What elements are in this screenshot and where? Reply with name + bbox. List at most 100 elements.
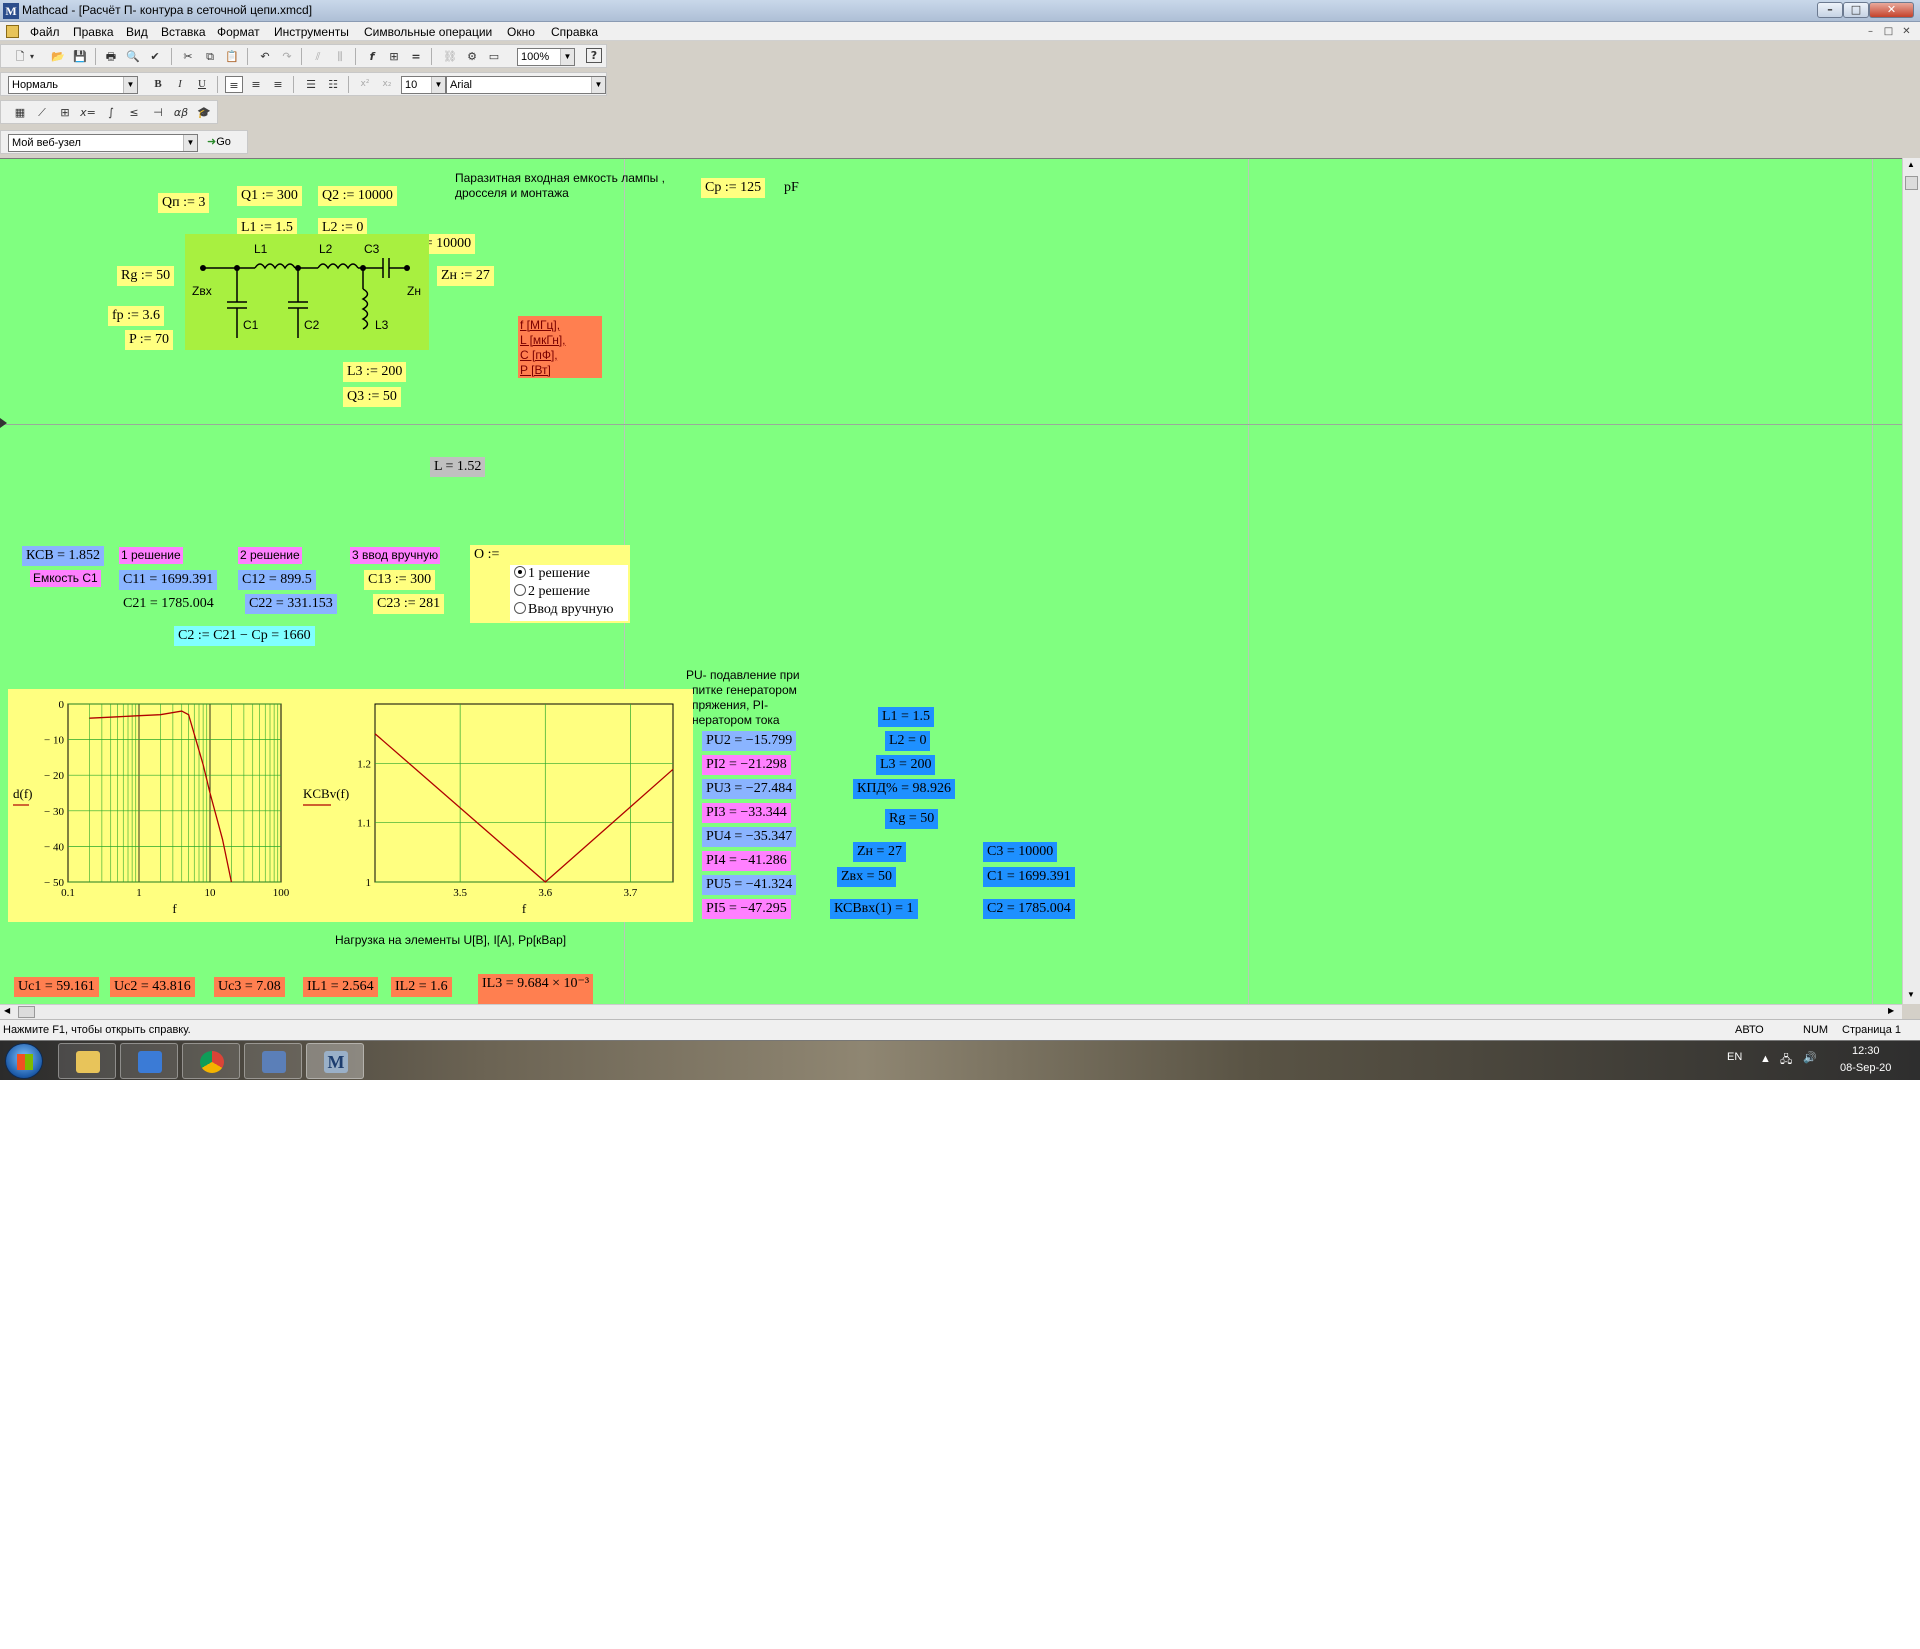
undo-icon[interactable]: ↶ <box>256 48 274 65</box>
scroll-left-icon[interactable]: ◀ <box>4 1006 10 1015</box>
taskbar-mathcad[interactable]: M <box>306 1043 364 1079</box>
pi4-result[interactable]: PI4 = −41.286 <box>702 851 791 871</box>
scroll-down-icon[interactable]: ▼ <box>1907 990 1915 999</box>
italic-button[interactable]: I <box>171 76 189 93</box>
c22-result[interactable]: C22 = 331.153 <box>245 594 337 614</box>
numbering-icon[interactable]: ☷ <box>324 76 342 93</box>
vertical-scroll-thumb[interactable] <box>1905 176 1918 190</box>
underline-button[interactable]: U <box>193 76 211 93</box>
print-icon[interactable]: 🖶 <box>102 48 120 65</box>
calculator-icon[interactable]: ▦ <box>11 104 29 121</box>
scroll-right-icon[interactable]: ▶ <box>1888 1006 1894 1015</box>
radio-manual[interactable]: Ввод вручную <box>514 602 614 618</box>
menu-tools[interactable]: Инструменты <box>274 25 349 39</box>
volume-icon[interactable]: 🔊 <box>1803 1051 1817 1064</box>
uc1-result[interactable]: Uc1 = 59.161 <box>14 977 99 997</box>
align-down-icon[interactable]: ⫼ <box>331 48 349 65</box>
summary-l1[interactable]: L1 = 1.5 <box>878 707 934 727</box>
bold-button[interactable]: B <box>149 76 167 93</box>
pu2-result[interactable]: PU2 = −15.799 <box>702 731 797 751</box>
spell-check-icon[interactable]: ✔ <box>146 48 164 65</box>
superscript-button[interactable]: x² <box>356 76 374 93</box>
plots-region[interactable]: 0− 10− 20− 30− 40− 50 0.1 1 10 100 d(f) f 1.2 1.… <box>8 689 693 922</box>
calculus-icon[interactable]: ∫ <box>102 104 120 121</box>
document-icon[interactable] <box>6 25 19 38</box>
c13-definition[interactable]: C13 := 300 <box>364 570 436 590</box>
save-icon[interactable]: 💾 <box>71 48 89 65</box>
scroll-up-icon[interactable]: ▲ <box>1907 160 1915 169</box>
summary-rg[interactable]: Rg = 50 <box>885 809 939 829</box>
programming-icon[interactable]: ⊣ <box>149 104 167 121</box>
summary-c1[interactable]: C1 = 1699.391 <box>983 867 1075 887</box>
go-button[interactable]: ➜Go <box>207 134 231 151</box>
insert-hyperlink-icon[interactable]: ⛓ <box>441 48 459 65</box>
menu-file[interactable]: Файл <box>30 25 60 39</box>
summary-zvx[interactable]: Zвх = 50 <box>837 867 897 887</box>
rg-definition[interactable]: Rg := 50 <box>117 266 175 286</box>
clock-time[interactable]: 12:30 <box>1852 1045 1880 1057</box>
open-icon[interactable]: 📂 <box>49 48 67 65</box>
align-right-icon[interactable]: ≡ <box>269 76 287 93</box>
insert-function-icon[interactable]: f <box>363 48 381 65</box>
taskbar-app-2[interactable] <box>120 1043 178 1079</box>
pu4-result[interactable]: PU4 = −35.347 <box>702 827 797 847</box>
subscript-button[interactable]: x₂ <box>378 76 396 93</box>
pi5-result[interactable]: PI5 = −47.295 <box>702 899 791 919</box>
c2-definition[interactable]: C2 := C21 − Cp = 1660 <box>174 626 315 646</box>
new-dropdown-icon[interactable]: ▾ <box>27 48 37 65</box>
summary-c2[interactable]: C2 = 1785.004 <box>983 899 1075 919</box>
pu3-result[interactable]: PU3 = −27.484 <box>702 779 797 799</box>
qn-definition[interactable]: Qп := 3 <box>158 193 210 213</box>
menu-symbolics[interactable]: Символьные операции <box>364 25 492 39</box>
doc-minimize-button[interactable]: – <box>1862 25 1879 38</box>
help-icon[interactable]: ? <box>586 48 602 63</box>
print-preview-icon[interactable]: 🔍 <box>124 48 142 65</box>
copy-icon[interactable]: ⧉ <box>201 48 219 65</box>
c21-result[interactable]: C21 = 1785.004 <box>119 594 218 614</box>
menu-format[interactable]: Формат <box>217 25 260 39</box>
language-indicator[interactable]: EN <box>1727 1051 1742 1063</box>
calculate-icon[interactable]: = <box>407 48 425 65</box>
summary-ksv-in[interactable]: КСВвх(1) = 1 <box>830 899 918 919</box>
graph-icon[interactable]: ⟋ <box>33 104 51 121</box>
c23-definition[interactable]: C23 := 281 <box>373 594 445 614</box>
taskbar-chrome[interactable] <box>182 1043 240 1079</box>
zn-definition[interactable]: Zн := 27 <box>437 266 494 286</box>
evaluation-icon[interactable]: x= <box>79 104 97 121</box>
q1-definition[interactable]: Q1 := 300 <box>237 186 302 206</box>
menu-view[interactable]: Вид <box>126 25 148 39</box>
fp-definition[interactable]: fр := 3.6 <box>108 306 164 326</box>
horizontal-scroll-thumb[interactable] <box>18 1006 35 1018</box>
font-size-select[interactable]: 10 ▼ <box>401 76 446 94</box>
summary-c3[interactable]: C3 = 10000 <box>983 842 1058 862</box>
taskbar-app-4[interactable] <box>244 1043 302 1079</box>
network-icon[interactable]: 🖧 <box>1780 1051 1792 1070</box>
paste-icon[interactable]: 📋 <box>223 48 241 65</box>
summary-l3[interactable]: L3 = 200 <box>876 755 936 775</box>
zoom-select[interactable]: 100% ▼ <box>517 48 575 66</box>
cp-definition[interactable]: Cp := 125 <box>701 178 766 198</box>
insert-unit-icon[interactable]: ⊞ <box>385 48 403 65</box>
align-left-icon[interactable]: ≡ <box>225 76 243 93</box>
web-address-select[interactable]: Мой веб-узел ▼ <box>8 134 198 152</box>
bullets-icon[interactable]: ☰ <box>302 76 320 93</box>
il3-result[interactable]: IL3 = 9.684 × 10⁻³ <box>478 974 594 1004</box>
summary-zn[interactable]: Zн = 27 <box>853 842 906 862</box>
maximize-button[interactable]: □ <box>1843 2 1869 18</box>
cut-icon[interactable]: ✂ <box>179 48 197 65</box>
boolean-icon[interactable]: ≤ <box>125 104 143 121</box>
pi3-result[interactable]: PI3 = −33.344 <box>702 803 791 823</box>
uc2-result[interactable]: Uc2 = 43.816 <box>110 977 195 997</box>
menu-window[interactable]: Окно <box>507 25 535 39</box>
close-button[interactable]: ✕ <box>1869 2 1914 18</box>
l-result[interactable]: L = 1.52 <box>430 457 486 477</box>
p-definition[interactable]: P := 70 <box>125 330 174 350</box>
worksheet[interactable]: Qп := 3 Q1 := 300 Q2 := 10000 L1 := 1.5 … <box>0 158 1902 1004</box>
symbolic-icon[interactable]: 🎓 <box>195 104 213 121</box>
q3-definition[interactable]: Q3 := 50 <box>343 387 401 407</box>
font-select[interactable]: Arial ▼ <box>446 76 606 94</box>
pu5-result[interactable]: PU5 = −41.324 <box>702 875 797 895</box>
align-center-icon[interactable]: ≡ <box>247 76 265 93</box>
uc3-result[interactable]: Uc3 = 7.08 <box>214 977 285 997</box>
menu-edit[interactable]: Правка <box>73 25 114 39</box>
